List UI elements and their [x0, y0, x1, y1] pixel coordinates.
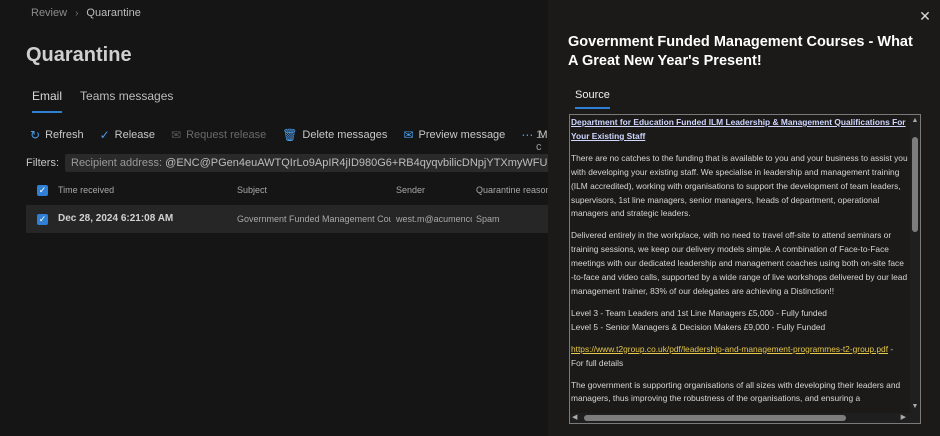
preview-message-label: Preview message [418, 129, 506, 141]
scroll-down-icon[interactable]: ▼ [911, 403, 919, 411]
envelope-icon: ✉ [403, 128, 414, 142]
horizontal-scroll-thumb[interactable] [584, 415, 846, 421]
tab-source[interactable]: Source [575, 89, 610, 109]
envelope-outline-icon: ✉ [171, 128, 182, 142]
refresh-icon: ↻ [30, 128, 41, 142]
request-release-label: Request release [186, 129, 267, 141]
source-pdf-link[interactable]: https://www.t2group.co.uk/pdf/leadership… [571, 344, 888, 354]
vertical-scrollbar[interactable]: ▲ ▼ [910, 115, 920, 413]
quarantine-page: Review › Quarantine Quarantine Email Tea… [0, 0, 548, 436]
filters-bar: Filters: Recipient address: @ENC@PGen4eu… [26, 154, 548, 172]
column-header-reason[interactable]: Quarantine reason [476, 185, 548, 195]
scroll-left-icon[interactable]: ◀ [572, 414, 577, 422]
source-content: Department for Education Funded ILM Lead… [570, 115, 910, 414]
column-header-sender[interactable]: Sender [396, 185, 425, 195]
breadcrumb-current: Quarantine [86, 7, 141, 19]
select-all-checkbox[interactable]: ✓ [37, 185, 48, 196]
release-button[interactable]: ✓ Release [100, 128, 155, 142]
table-header: ✓ Time received Subject Sender Quarantin… [26, 181, 548, 201]
close-icon[interactable]: ✕ [918, 9, 932, 23]
refresh-label: Refresh [45, 129, 84, 141]
scroll-up-icon[interactable]: ▲ [911, 117, 919, 125]
app-window: Review › Quarantine Quarantine Email Tea… [0, 0, 940, 436]
ellipsis-icon: ⋯ [521, 128, 534, 142]
source-paragraph-1: There are no catches to the funding that… [571, 152, 908, 219]
delete-messages-button[interactable]: 🗑 Delete messages [282, 128, 387, 142]
table-row[interactable]: ✓ Dec 28, 2024 6:21:08 AM Government Fun… [26, 205, 548, 233]
page-title: Quarantine [26, 44, 132, 66]
filters-label: Filters: [26, 157, 59, 169]
preview-message-button[interactable]: ✉ Preview message [403, 128, 505, 142]
source-paragraph-3: The government is supporting organisatio… [571, 379, 901, 404]
check-icon: ✓ [99, 128, 110, 142]
release-label: Release [114, 129, 156, 141]
refresh-button[interactable]: ↻ Refresh [30, 128, 84, 142]
tab-teams-messages[interactable]: Teams messages [80, 89, 173, 113]
horizontal-scrollbar[interactable]: ◀ ▶ [570, 413, 920, 423]
item-count: 1 c [536, 129, 543, 153]
filter-chip-value: @ENC@PGen4euAWTQIrLo9ApIR4jID980G6+RB4qy… [165, 157, 548, 169]
panel-title: Government Funded Management Courses - W… [568, 34, 913, 69]
source-level-5: Level 5 - Senior Managers & Decision Mak… [571, 321, 826, 332]
tab-email[interactable]: Email [32, 89, 63, 113]
source-level-3: Level 3 - Team Leaders and 1st Line Mana… [571, 307, 827, 318]
column-header-time[interactable]: Time received [58, 185, 114, 195]
filter-chip-key: Recipient address: [71, 157, 166, 169]
scroll-right-icon[interactable]: ▶ [901, 414, 906, 422]
filter-chip-recipient[interactable]: Recipient address: @ENC@PGen4euAWTQIrLo9… [65, 154, 548, 172]
row-quarantine-reason: Spam [476, 214, 500, 224]
source-viewer[interactable]: Department for Education Funded ILM Lead… [569, 114, 921, 424]
source-paragraph-2: Delivered entirely in the workplace, wit… [571, 230, 908, 296]
row-sender: west.m@acumenco... [396, 214, 472, 224]
row-time-received: Dec 28, 2024 6:21:08 AM [58, 213, 174, 224]
row-subject: Government Funded Management Cours... [237, 214, 391, 224]
request-release-button[interactable]: ✉ Request release [171, 128, 266, 142]
vertical-scroll-thumb[interactable] [912, 137, 918, 232]
tab-bar: Email Teams messages [32, 89, 173, 113]
column-header-subject[interactable]: Subject [237, 185, 267, 195]
row-checkbox[interactable]: ✓ [37, 214, 48, 225]
delete-messages-label: Delete messages [302, 129, 388, 141]
trash-icon: 🗑 [282, 128, 298, 142]
breadcrumb: Review › Quarantine [31, 7, 141, 19]
breadcrumb-parent[interactable]: Review [31, 7, 67, 19]
chevron-right-icon: › [75, 7, 79, 19]
toolbar: ↻ Refresh ✓ Release ✉ Request release 🗑 … [30, 128, 548, 142]
source-heading-link[interactable]: Department for Education Funded ILM Lead… [571, 117, 906, 141]
